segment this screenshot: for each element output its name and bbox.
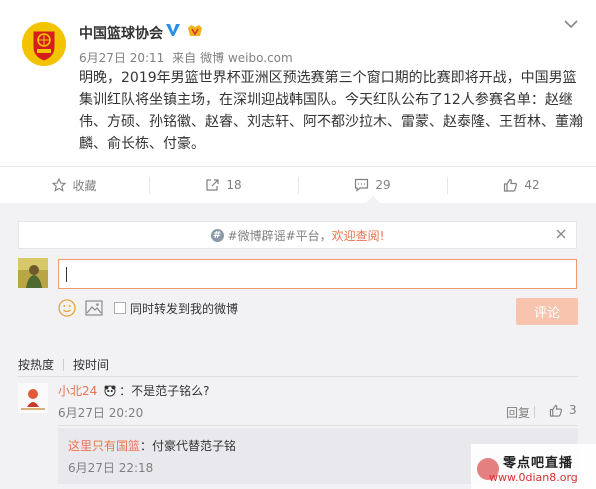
reply-time: 6月27日 22:18	[68, 461, 154, 475]
like-count: 42	[524, 178, 540, 192]
sort-hot-tab[interactable]: 按热度	[18, 356, 54, 373]
image-icon[interactable]	[85, 300, 103, 316]
thumb-up-icon	[549, 404, 563, 417]
commenter-avatar[interactable]	[18, 383, 48, 413]
sort-time-tab[interactable]: 按时间	[73, 356, 109, 373]
repost-icon	[206, 179, 219, 191]
reply-line: 这里只有国篮：付豪代替范子铭	[68, 437, 236, 454]
comment-text: ：不是范子铭么?	[119, 384, 210, 398]
like-button[interactable]: 42	[447, 167, 596, 203]
comment-like-count: 3	[569, 403, 577, 417]
avatar-image	[18, 383, 48, 413]
comment-count: 29	[375, 178, 391, 192]
post-text: 明晚，2019年男篮世界杯亚洲区预选赛第三个窗口期的比赛即将开战，中国男篮集训红…	[79, 70, 583, 152]
repost-button[interactable]: 18	[149, 167, 298, 203]
comment-panel-pointer	[366, 196, 380, 203]
comment-line: 小北24 ：不是范子铭么?	[58, 382, 209, 399]
weibo-post: 中国篮球协会 6月27日 20:11 来自 微博 weibo.com 明晚，201…	[0, 0, 596, 166]
watermark-title: 零点吧直播	[503, 456, 574, 471]
action-divider	[534, 406, 535, 418]
source-prefix: 来自	[172, 51, 197, 65]
reply-user[interactable]: 这里只有国篮	[68, 439, 140, 453]
my-avatar[interactable]	[18, 258, 48, 288]
comment-input[interactable]	[58, 259, 577, 289]
vip-icon[interactable]	[186, 23, 204, 38]
info-icon: #	[210, 228, 224, 242]
favorite-label: 收藏	[72, 178, 97, 193]
divider	[58, 425, 578, 426]
close-icon[interactable]	[555, 228, 567, 240]
comment-time: 6月27日 20:20	[58, 406, 144, 420]
commenter-name[interactable]: 小北24	[58, 384, 97, 398]
submit-comment-button[interactable]: 评论	[516, 298, 578, 325]
thumb-up-icon	[504, 178, 518, 192]
avatar-image	[18, 258, 48, 288]
post-meta: 6月27日 20:11 来自 微博 weibo.com	[79, 49, 297, 66]
panda-badge-icon	[104, 385, 116, 397]
post-source[interactable]: 微博 weibo.com	[200, 51, 293, 65]
repost-count: 18	[226, 178, 242, 192]
reply-text: ：付豪代替范子铭	[140, 439, 237, 453]
repost-checkbox[interactable]	[114, 302, 126, 314]
text-caret	[66, 267, 67, 282]
star-icon	[52, 178, 67, 192]
author-name[interactable]: 中国篮球协会	[79, 23, 163, 43]
reply-button[interactable]: 回复	[506, 404, 530, 421]
comment-like-button[interactable]: 3	[549, 403, 577, 417]
composer-tools: 同时转发到我的微博	[58, 298, 238, 318]
watermark: 零点吧直播 www.0dian8.org	[471, 444, 596, 489]
emoji-icon[interactable]	[58, 299, 76, 317]
divider	[18, 376, 578, 377]
watermark-url: www.0dian8.org	[489, 471, 578, 484]
notice-link[interactable]: 欢迎查阅!	[332, 227, 385, 244]
rumor-notice: # #微博辟谣#平台， 欢迎查阅!	[18, 221, 577, 249]
sort-divider	[63, 358, 65, 371]
verified-icon	[166, 24, 180, 36]
action-bar: 收藏 18 29 42	[0, 166, 596, 203]
notice-text: #微博辟谣#平台，	[227, 228, 332, 243]
sort-tabs: 按热度 按时间	[18, 356, 109, 373]
repost-checkbox-label[interactable]: 同时转发到我的微博	[130, 300, 238, 317]
chevron-down-icon[interactable]	[563, 18, 579, 30]
favorite-button[interactable]: 收藏	[0, 167, 149, 203]
comment-icon	[355, 178, 369, 192]
post-date[interactable]: 6月27日 20:11	[79, 51, 164, 65]
author-avatar[interactable]	[22, 22, 66, 66]
cba-logo-icon	[22, 22, 66, 66]
